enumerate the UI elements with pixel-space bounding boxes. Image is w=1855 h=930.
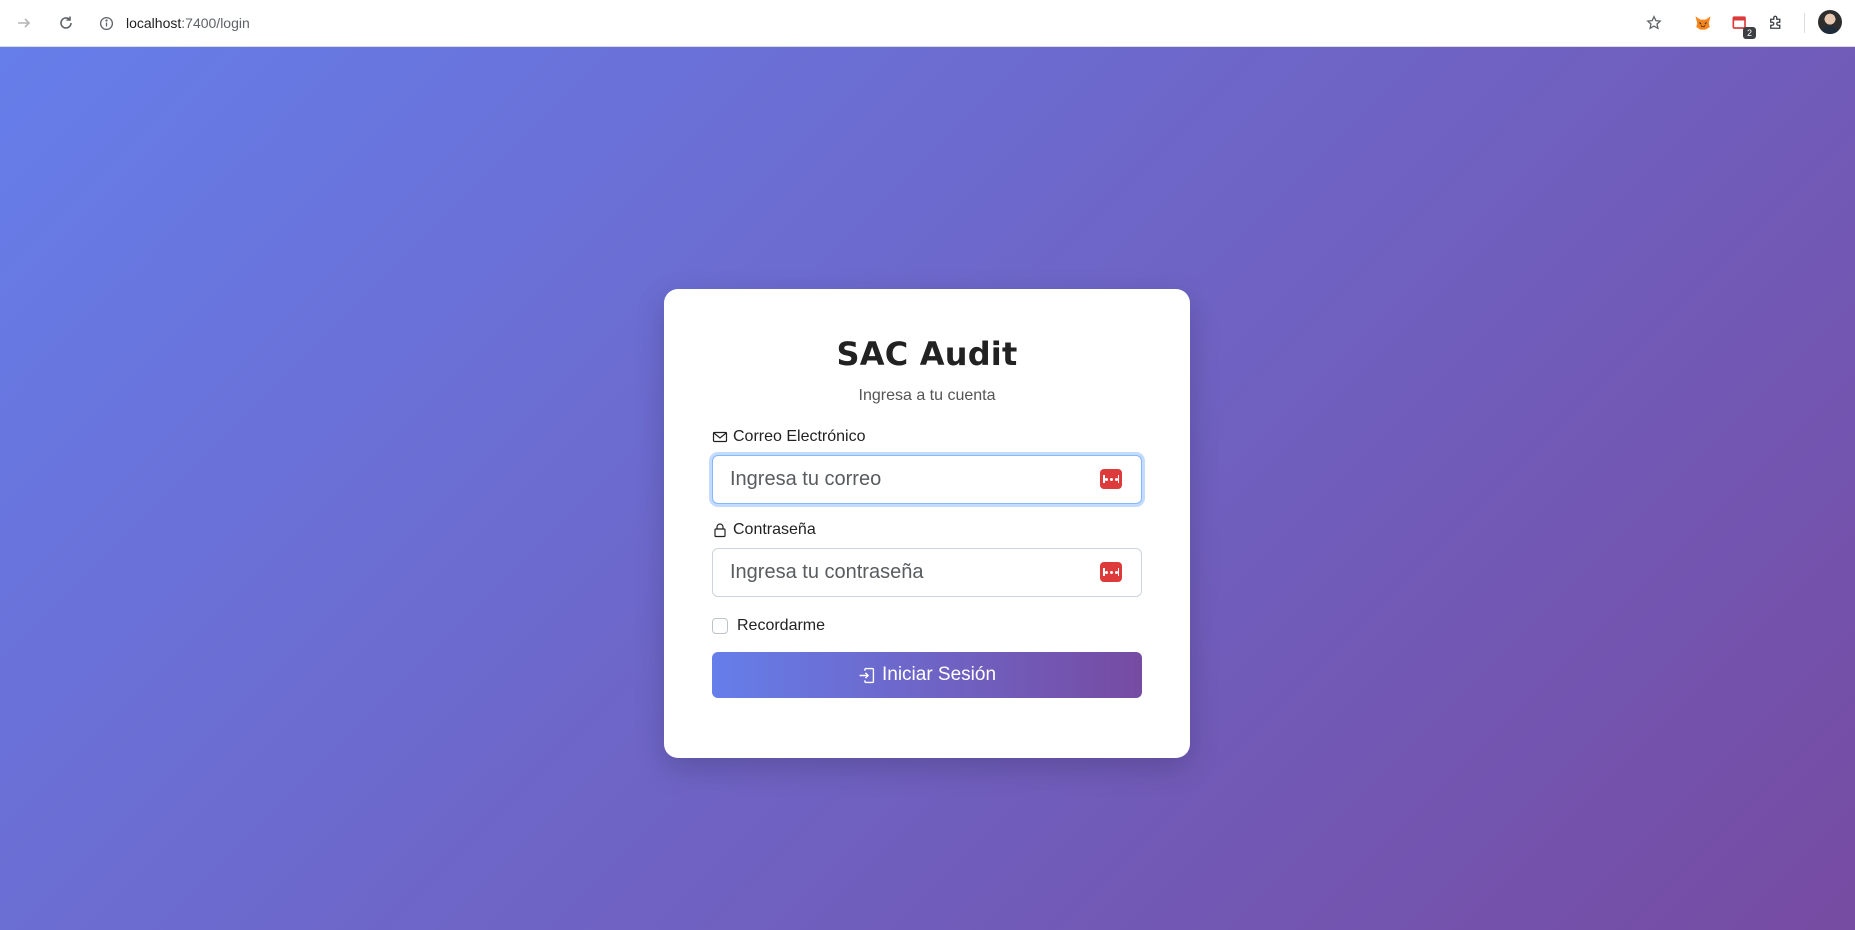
back-button[interactable] [6,5,42,41]
page-subtitle: Ingresa a tu cuenta [858,387,996,404]
password-label-text: Contraseña [733,521,816,538]
puzzle-icon[interactable] [1764,11,1788,35]
remember-me-checkbox[interactable] [712,618,728,634]
email-label-text: Correo Electrónico [733,428,866,445]
reload-button[interactable] [48,5,84,41]
profile-avatar[interactable] [1818,10,1842,34]
login-card: SAC Audit Ingresa a tu cuenta Correo Ele… [664,289,1190,758]
email-label: Correo Electrónico [712,427,1142,447]
fox-extension-icon[interactable] [1691,11,1715,35]
info-icon[interactable] [98,15,114,31]
star-icon[interactable] [1646,15,1662,31]
address-bar[interactable]: localhost:7400/login [88,6,1676,40]
calendar-extension-icon[interactable]: 2 [1728,11,1756,39]
browser-toolbar: localhost:7400/login 2 [0,0,1855,47]
url-host: localhost [126,15,182,31]
reload-icon [60,16,72,29]
arrow-right-icon [18,18,31,28]
url-path: :7400/login [181,15,250,31]
extension-badge: 2 [1743,27,1756,39]
url-text: localhost:7400/login [126,15,250,31]
password-manager-icon[interactable] [1100,469,1122,489]
lock-icon [712,522,728,538]
sign-in-icon [858,666,876,684]
password-manager-icon[interactable] [1100,562,1122,582]
password-label: Contraseña [712,520,1142,540]
remember-me-row: Recordarme [712,615,1142,637]
login-button-label: Iniciar Sesión [881,664,997,685]
page-title: SAC Audit [836,335,1018,373]
login-button[interactable]: Iniciar Sesión [712,652,1142,698]
password-field-wrapper [712,548,1142,597]
email-field-wrapper [712,455,1142,504]
toolbar-divider [1804,13,1805,33]
envelope-icon [712,429,728,445]
login-page-background: SAC Audit Ingresa a tu cuenta Correo Ele… [0,47,1855,930]
email-field[interactable] [712,455,1142,504]
password-field[interactable] [712,548,1142,597]
remember-me-label[interactable]: Recordarme [737,617,825,635]
